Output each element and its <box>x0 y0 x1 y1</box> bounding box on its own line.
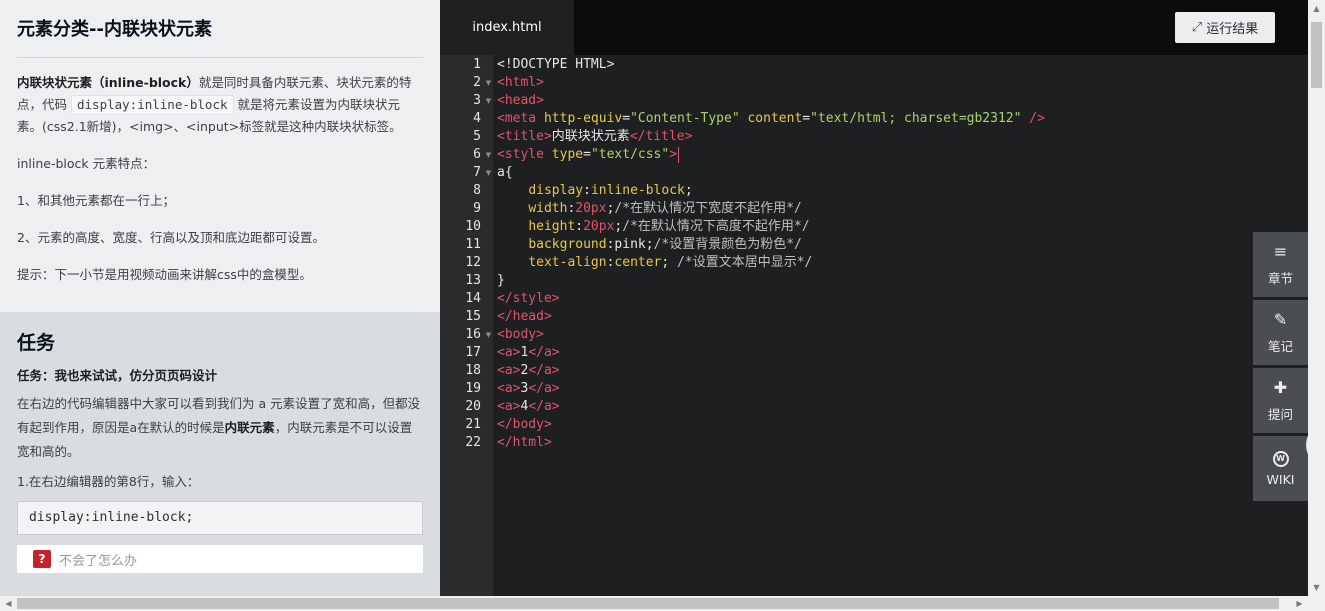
line-number: 14 <box>465 291 481 306</box>
task-description: 在右边的代码编辑器中大家可以看到我们为 a 元素设置了宽和高，但都没有起到作用，… <box>17 392 423 464</box>
line-number: 21 <box>465 417 481 432</box>
line-number: 10 <box>465 219 481 234</box>
scroll-down-arrow-icon[interactable]: ▼ <box>1308 579 1325 596</box>
code-line[interactable]: width:20px;/*在默认情况下宽度不起作用*/ <box>497 200 801 218</box>
help-label: 不会了怎么办 <box>59 553 138 569</box>
line-number: 20 <box>465 399 481 414</box>
lesson-paragraph-features: inline-block 元素特点： <box>17 156 156 171</box>
line-number-gutter: 1 2 3 4 5 6 7 8 9 10 11 12 13 14 15 16 1… <box>440 55 493 596</box>
wiki-label: WIKI <box>1266 471 1295 487</box>
code-editor: index.html ⤢ 运行结果 1 2 3 4 5 6 7 8 9 10 1… <box>440 0 1308 596</box>
line-number: 5 <box>473 129 481 144</box>
inline-code: display:inline-block <box>71 95 234 115</box>
code-line[interactable]: height:20px;/*在默认情况下高度不起作用*/ <box>497 218 809 236</box>
task-term-bold: 内联元素 <box>224 420 275 435</box>
code-line[interactable]: background:pink;/*设置背景颜色为粉色*/ <box>497 236 802 254</box>
scroll-left-arrow-icon[interactable]: ◀ <box>0 596 17 611</box>
line-number: 17 <box>465 345 481 360</box>
code-line[interactable]: <a>1</a> <box>497 344 560 362</box>
run-result-label: 运行结果 <box>1206 22 1259 37</box>
chapter-label: 章节 <box>1267 270 1293 286</box>
scroll-up-arrow-icon[interactable]: ▲ <box>1308 0 1325 17</box>
code-line[interactable]: <a>4</a> <box>497 398 560 416</box>
chapter-button[interactable]: ≡ 章节 <box>1253 232 1308 297</box>
line-number: 15 <box>465 309 481 324</box>
line-number: 18 <box>465 363 481 378</box>
wiki-icon: W <box>1272 450 1289 467</box>
chat-plus-icon: ✚ <box>1273 377 1288 397</box>
code-line[interactable]: <meta http-equiv="Content-Type" content=… <box>497 110 1045 128</box>
lesson-paragraph-intro: 内联块状元素（inline-block）就是同时具备内联元素、块状元素的特点，代… <box>17 72 423 138</box>
side-toolbar: ≡ 章节 ✎ 笔记 ✚ 提问 W WIKI <box>1253 232 1308 504</box>
expand-icon: ⤢ <box>1191 20 1203 35</box>
code-line[interactable]: <body> <box>497 326 544 344</box>
code-line[interactable]: <!DOCTYPE HTML> <box>497 56 614 74</box>
code-line[interactable]: display:inline-block; <box>497 182 692 200</box>
wiki-button[interactable]: W WIKI <box>1253 436 1308 501</box>
lesson-term-bold: 内联块状元素（inline-block） <box>17 75 199 90</box>
vertical-scrollbar[interactable]: ▲ ▼ <box>1308 0 1325 596</box>
line-number: 11 <box>465 237 481 252</box>
lesson-panel: 元素分类--内联块状元素 内联块状元素（inline-block）就是同时具备内… <box>0 0 440 596</box>
lesson-section: 元素分类--内联块状元素 内联块状元素（inline-block）就是同时具备内… <box>0 0 440 312</box>
line-number: 9 <box>473 201 481 216</box>
task-section: 任务 任务：我也来试试，仿分页页码设计 在右边的代码编辑器中大家可以看到我们为 … <box>0 312 440 596</box>
lesson-title: 元素分类--内联块状元素 <box>17 0 423 58</box>
horizontal-scroll-thumb[interactable] <box>17 598 1279 609</box>
scroll-right-arrow-icon[interactable]: ▶ <box>1291 596 1308 611</box>
ask-label: 提问 <box>1267 406 1293 422</box>
lesson-paragraph-feature-1: 1、和其他元素都在一行上； <box>17 193 175 208</box>
help-button[interactable]: ? 不会了怎么办 <box>17 545 423 573</box>
task-subtitle: 任务：我也来试试，仿分页页码设计 <box>17 368 218 383</box>
line-number: 16 <box>465 327 481 342</box>
line-number: 13 <box>465 273 481 288</box>
fold-arrow-icon[interactable]: ▼ <box>484 146 493 164</box>
line-number: 22 <box>465 435 481 450</box>
text-cursor <box>678 146 680 163</box>
code-line[interactable]: } <box>497 272 505 290</box>
task-code-box: display:inline-block; <box>17 501 423 535</box>
code-line[interactable]: <html> <box>497 74 544 92</box>
run-result-button[interactable]: ⤢ 运行结果 <box>1175 12 1275 43</box>
code-line[interactable]: <a>2</a> <box>497 362 560 380</box>
notes-button[interactable]: ✎ 笔记 <box>1253 300 1308 365</box>
task-heading: 任务 <box>17 332 56 354</box>
menu-icon: ≡ <box>1273 241 1288 261</box>
code-line[interactable]: a{ <box>497 164 513 182</box>
task-step: 1.在右边编辑器的第8行，输入： <box>17 474 200 489</box>
code-line[interactable]: <head> <box>497 92 544 110</box>
code-line[interactable]: </style> <box>497 290 560 308</box>
line-number: 6 <box>473 147 481 162</box>
ask-question-button[interactable]: ✚ 提问 <box>1253 368 1308 433</box>
line-number: 8 <box>473 183 481 198</box>
notes-label: 笔记 <box>1267 338 1293 354</box>
question-icon: ? <box>33 550 51 568</box>
fold-arrow-icon[interactable]: ▼ <box>484 74 493 92</box>
fold-arrow-icon[interactable]: ▼ <box>484 326 493 344</box>
fold-arrow-icon[interactable]: ▼ <box>484 92 493 110</box>
lesson-paragraph-feature-2: 2、元素的高度、宽度、行高以及顶和底边距都可设置。 <box>17 230 325 245</box>
line-number: 3 <box>473 93 481 108</box>
horizontal-scrollbar[interactable]: ◀ ▶ <box>0 596 1308 611</box>
code-line[interactable]: </html> <box>497 434 552 452</box>
code-line[interactable]: text-align:center; /*设置文本居中显示*/ <box>497 254 812 272</box>
code-line[interactable]: </body> <box>497 416 552 434</box>
line-number: 4 <box>473 111 481 126</box>
line-number: 12 <box>465 255 481 270</box>
line-number: 2 <box>473 75 481 90</box>
line-number: 19 <box>465 381 481 396</box>
code-line[interactable]: </head> <box>497 308 552 326</box>
pencil-icon: ✎ <box>1273 309 1288 329</box>
line-number: 1 <box>473 57 481 72</box>
line-number: 7 <box>473 165 481 180</box>
code-line[interactable]: <a>3</a> <box>497 380 560 398</box>
code-line[interactable]: <title>内联块状元素</title> <box>497 128 692 146</box>
vertical-scroll-thumb[interactable] <box>1311 22 1322 88</box>
editor-toolbar: index.html ⤢ 运行结果 <box>440 0 1308 55</box>
lesson-paragraph-tip: 提示：下一小节是用视频动画来讲解css中的盒模型。 <box>17 267 312 282</box>
scrollbar-corner <box>1308 596 1325 611</box>
tab-index-html[interactable]: index.html <box>440 0 574 55</box>
code-line[interactable]: <style type="text/css"> <box>497 146 680 164</box>
fold-arrow-icon[interactable]: ▼ <box>484 164 493 182</box>
